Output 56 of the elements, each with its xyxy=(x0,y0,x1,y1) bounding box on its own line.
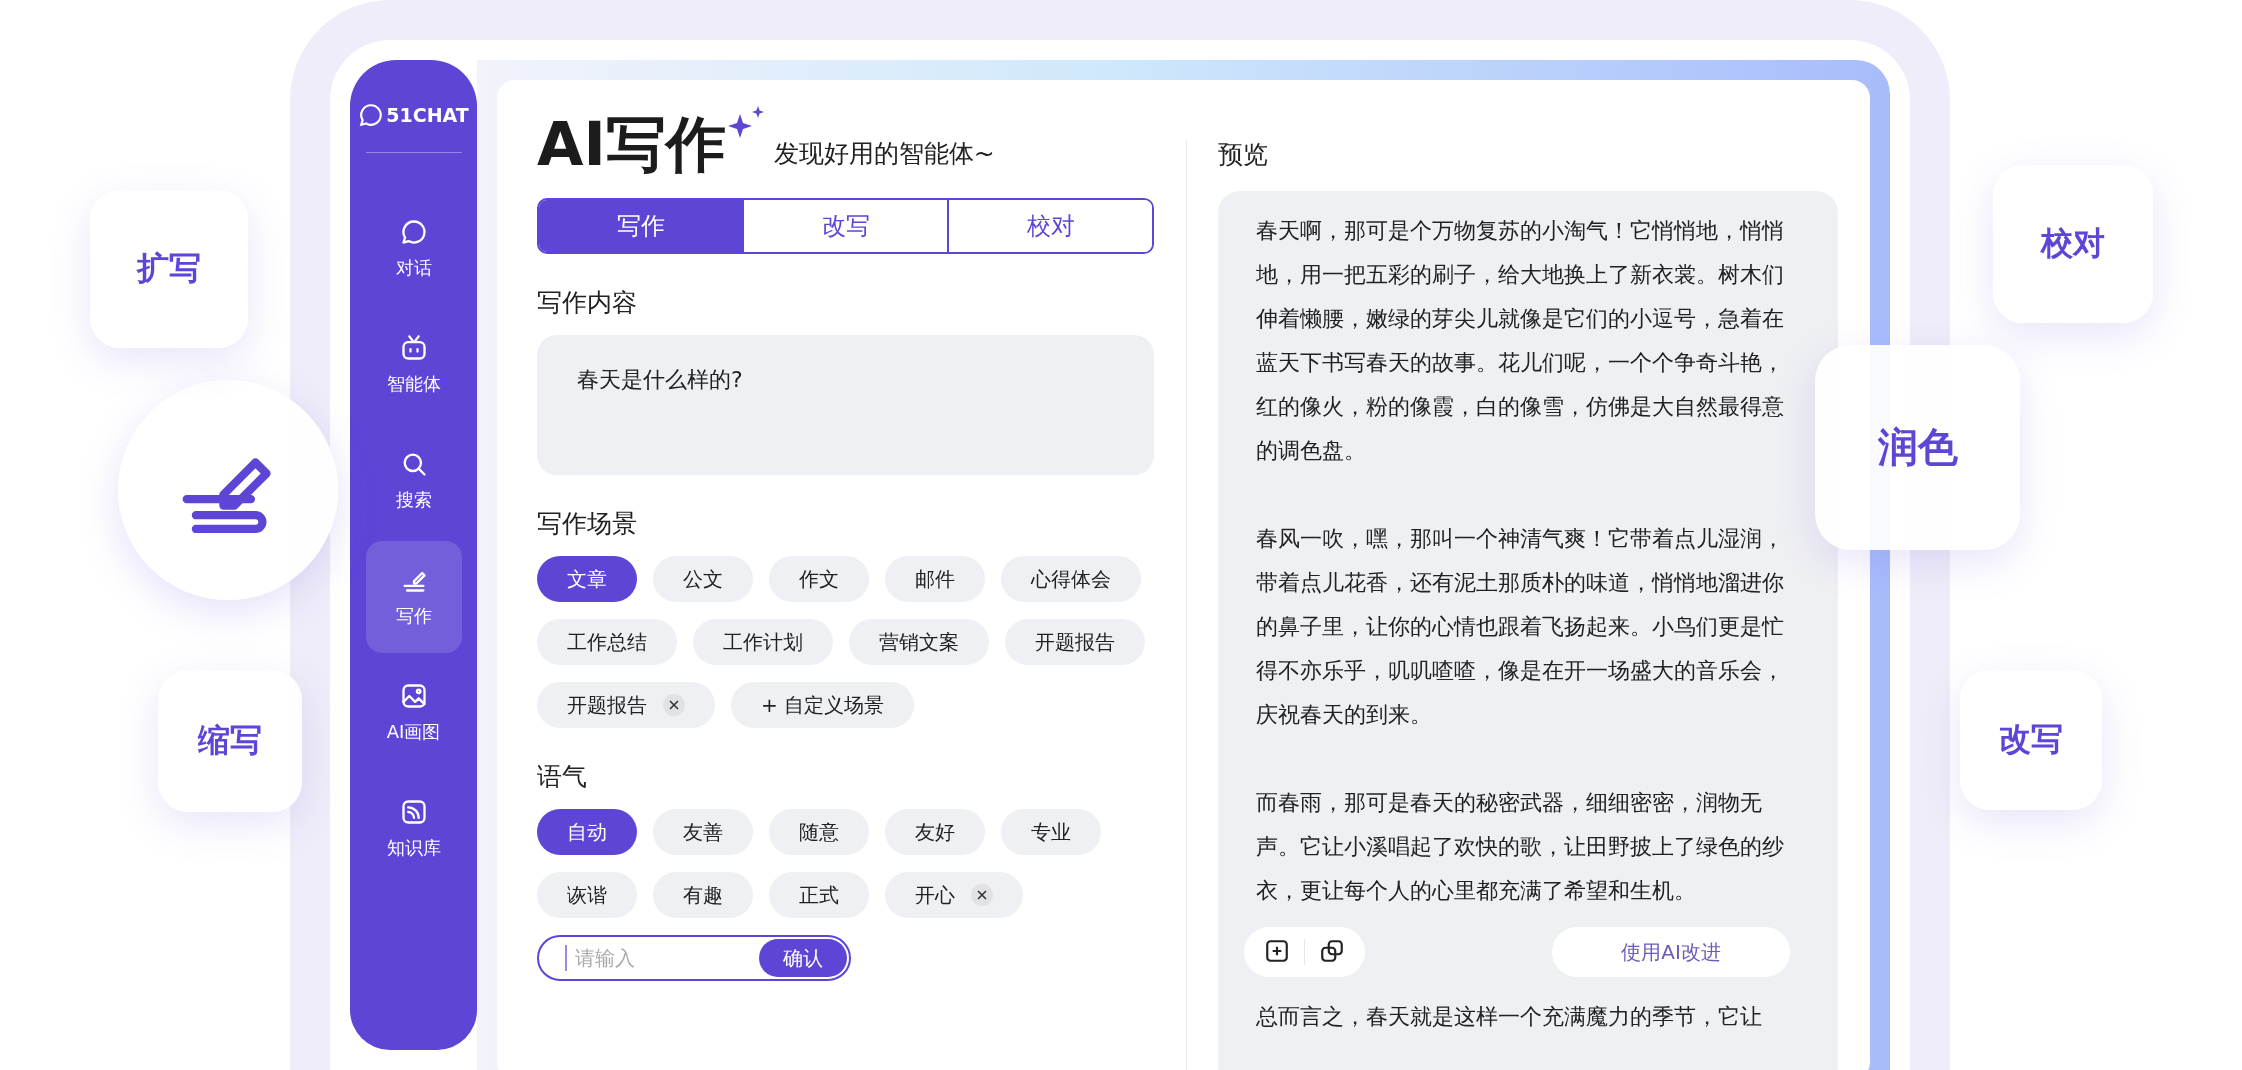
section-label: 写作内容 xyxy=(537,287,638,319)
sidebar-item[interactable]: 对话 xyxy=(365,193,462,305)
preview-title: 预览 xyxy=(1218,139,1269,171)
logo-text: 51CHAT xyxy=(386,104,469,126)
chip[interactable]: 工作总结 xyxy=(537,619,677,665)
chip[interactable]: 开题报告 xyxy=(1005,619,1145,665)
chip[interactable]: 文章 xyxy=(537,556,637,602)
section-label: 语气 xyxy=(537,761,588,793)
sidebar-item[interactable]: 智能体 xyxy=(365,309,462,421)
book-icon xyxy=(399,798,428,826)
input-group[interactable]: 请输入 确认 xyxy=(537,935,851,981)
confirm-button[interactable]: 确认 xyxy=(759,939,847,977)
chip[interactable]: 作文 xyxy=(769,556,869,602)
section-label: 写作场景 xyxy=(537,508,638,540)
chip[interactable]: 营销文案 xyxy=(849,619,989,665)
sidebar-item[interactable]: 搜索 xyxy=(365,425,462,537)
sidebar-item[interactable]: 写作 xyxy=(365,541,462,653)
paragraph: 春天啊，那可是个万物复苏的小淘气！它悄悄地，悄悄地，用一把五彩的刷子，给大地换上了新衣裳。树木们伸着懒腰，嫩绿的芽尖儿就像是它们的小逗号，急着在蓝天下书写春天的故事。花儿们呢，一个个争奇斗艳，红的像火，粉的像霞，白的像雪，仿佛是大自然最得意的调色盘。 xyxy=(1256,217,1785,465)
add-scene-button[interactable]: + 自定义场景 xyxy=(731,682,915,728)
paragraph: 春风一吹，嘿，那叫一个神清气爽！它带着点儿湿润，带着点儿花香，还有泥土那质朴的味道，悄悄地溜进你的鼻子里，让你的心情也跟着飞扬起来。小鸟们更是忙得不亦乐乎，叽叽喳喳，像是在开一场盛大的音乐会，庆祝春天的到来。 xyxy=(1256,525,1785,729)
input-field[interactable]: 请输入 xyxy=(565,945,759,971)
image-icon xyxy=(399,682,428,710)
feature-badge: 缩写 xyxy=(158,670,302,812)
chip[interactable]: 邮件 xyxy=(885,556,985,602)
chip[interactable]: 自动 xyxy=(537,809,637,855)
chip[interactable]: 公文 xyxy=(653,556,753,602)
page-title: AI写作 xyxy=(537,108,726,181)
chip[interactable]: 开心 xyxy=(885,872,1023,918)
feature-badge: 润色 xyxy=(1815,345,2020,550)
feature-badge: 改写 xyxy=(1960,670,2102,810)
text-area[interactable]: 春天是什么样的? xyxy=(537,335,1154,475)
chat-bubble-icon xyxy=(358,102,385,128)
chip[interactable]: 诙谐 xyxy=(537,872,637,918)
paragraph: 而春雨，那可是春天的秘密武器，细细密密，润物无声。它让小溪唱起了欢快的歌，让田野披上了绿色的纱衣，更让每个人的心里都充满了希望和生机。 xyxy=(1256,789,1785,905)
improve-button[interactable]: 使用AI改进 xyxy=(1552,927,1790,977)
chip[interactable]: 有趣 xyxy=(653,872,753,918)
chip[interactable]: 开题报告 xyxy=(537,682,715,728)
chat-bubble-icon xyxy=(399,218,428,246)
chip[interactable]: 工作计划 xyxy=(693,619,833,665)
tab[interactable]: 写作 xyxy=(539,200,742,252)
chip[interactable]: 专业 xyxy=(1001,809,1101,855)
remove-icon[interactable] xyxy=(971,884,993,906)
tab[interactable]: 校对 xyxy=(947,200,1152,252)
feature-badge: 校对 xyxy=(1993,165,2153,323)
sidebar-item[interactable]: 知识库 xyxy=(365,773,462,885)
robot-icon xyxy=(399,334,428,362)
chip[interactable]: 心得体会 xyxy=(1001,556,1141,602)
chip[interactable]: 友好 xyxy=(885,809,985,855)
paragraph: 总而言之，春天就是这样一个充满魔力的季节，它让 xyxy=(1256,1003,1763,1031)
sidebar-item[interactable]: AI画图 xyxy=(365,657,462,769)
page-subtitle: 发现好用的智能体~ xyxy=(773,138,995,170)
chip[interactable]: 友善 xyxy=(653,809,753,855)
chip[interactable]: 随意 xyxy=(769,809,869,855)
chip[interactable]: 正式 xyxy=(769,872,869,918)
remove-icon[interactable] xyxy=(663,694,685,716)
feature-badge: 扩写 xyxy=(90,190,248,348)
